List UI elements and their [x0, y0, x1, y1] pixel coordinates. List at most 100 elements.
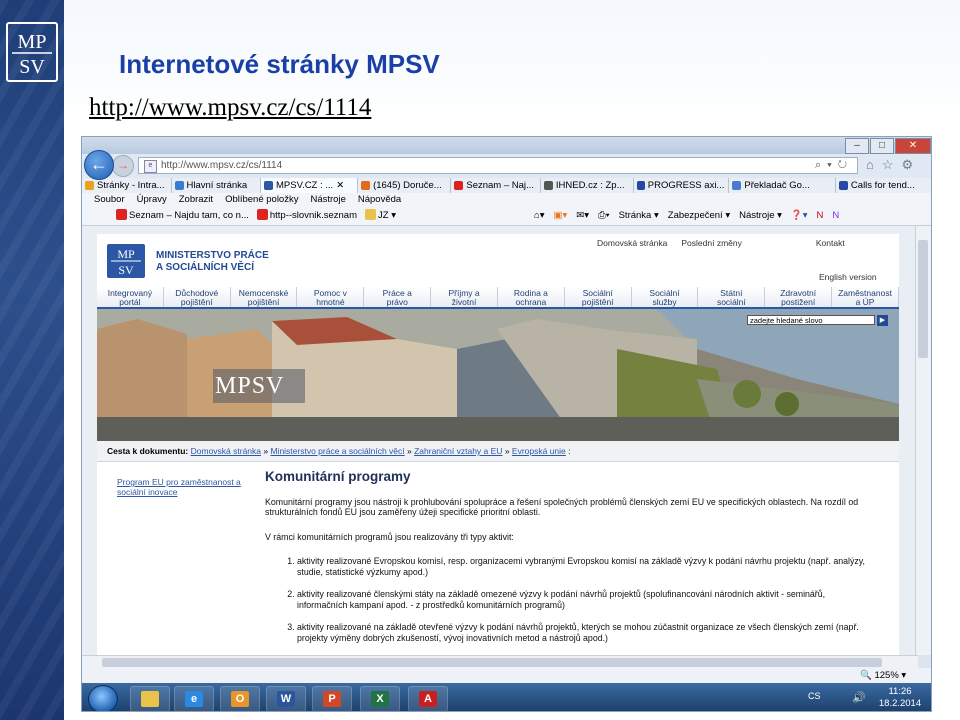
menu-item[interactable]: Zobrazit [179, 193, 213, 207]
web-page: MP SV MINISTERSTVO PRÁCE A SOCIÁLNÍCH VĚ… [97, 234, 899, 655]
taskbar-powerpoint[interactable]: P [312, 686, 352, 711]
site-search-input[interactable]: zadejte hledané slovo [747, 315, 875, 325]
mpsv-slide-logo: MP SV [6, 22, 58, 82]
tab-item[interactable]: Calls for tend... [836, 178, 931, 193]
tab-item[interactable]: Stránky - Intra... [82, 178, 172, 193]
word-icon: W [277, 691, 295, 707]
site-search-button[interactable]: ▶ [877, 315, 888, 326]
nav-item[interactable]: Příjmy aživotníúroveň [431, 287, 498, 316]
menu-bar: Soubor Úpravy Zobrazit Oblíbené položky … [82, 193, 931, 207]
taskbar-ie[interactable]: e [174, 686, 214, 711]
browser-home-fav-settings-icons[interactable]: ⌂☆⚙ [866, 157, 921, 173]
content-paragraph: Komunitární programy jsou nástroji k pro… [265, 496, 859, 518]
forward-button[interactable]: → [112, 155, 134, 177]
menu-item[interactable]: Úpravy [137, 193, 167, 207]
hero-photo: zadejte hledané slovo ▶ MPSV [97, 309, 899, 441]
volume-icon[interactable]: 🔊 [852, 691, 866, 704]
taskbar-excel[interactable]: X [360, 686, 400, 711]
minimize-icon[interactable]: – [845, 138, 869, 154]
tab-item[interactable]: Seznam – Naj... [451, 178, 541, 193]
side-link[interactable]: Program EU pro zaměstnanost a sociální i… [117, 477, 247, 497]
address-text: http://www.mpsv.cz/cs/1114 [161, 160, 283, 171]
security-menu[interactable]: Zabezpečení ▾ [668, 207, 730, 225]
breadcrumb: Cesta k dokumentu: Domovská stránka » Mi… [97, 441, 899, 462]
help-icon[interactable]: ❓▾ [791, 207, 808, 225]
start-button[interactable] [88, 685, 118, 711]
language-indicator[interactable]: CS [808, 691, 821, 701]
seznam-icon [116, 209, 127, 220]
print-icon[interactable]: ⎙▾ [598, 207, 610, 225]
horizontal-scrollbar[interactable] [82, 655, 918, 669]
zoom-level[interactable]: 🔍 125% ▾ [860, 668, 906, 683]
powerpoint-icon: P [323, 691, 341, 707]
nav-item[interactable]: Zdravotní postižení [765, 287, 833, 307]
hero-mpsv-label: MPSV [215, 373, 285, 399]
breadcrumb-link[interactable]: Evropská unie [512, 446, 566, 456]
menu-item[interactable]: Nápověda [358, 193, 401, 207]
mail-icon[interactable]: ✉▾ [576, 207, 589, 225]
tools-menu[interactable]: Nástroje ▾ [739, 207, 782, 225]
nav-item[interactable]: Zaměstnanost a ÚP [832, 287, 899, 307]
slide-sidebar: MP SV [0, 0, 64, 720]
svg-text:SV: SV [19, 56, 45, 78]
taskbar-word[interactable]: W [266, 686, 306, 711]
list-item: aktivity realizované na základě otevřené… [297, 622, 875, 643]
nav-item-label: a ÚP [855, 297, 875, 307]
english-version-link[interactable]: English version [819, 272, 877, 282]
nav-item-label: pojištění [581, 297, 614, 307]
nav-item[interactable]: Rodina aochranapráv dětí [498, 287, 565, 316]
favorite-item[interactable]: http--slovnik.seznam [256, 207, 357, 225]
home-icon[interactable]: ⌂▾ [534, 207, 545, 225]
menu-item[interactable]: Soubor [94, 193, 125, 207]
taskbar-acrobat[interactable]: A [408, 686, 448, 711]
content-heading: Komunitární programy [265, 469, 411, 484]
list-item: aktivity realizované Evropskou komisí, r… [297, 556, 875, 577]
taskbar-explorer[interactable] [130, 686, 170, 711]
breadcrumb-link[interactable]: Ministerstvo práce a sociálních věcí [270, 446, 404, 456]
rss-icon[interactable]: ▣▾ [554, 207, 568, 225]
addon-icon[interactable]: N [817, 207, 824, 225]
nav-item[interactable]: Důchodové pojištění [164, 287, 231, 307]
tab-item[interactable]: Překladač Go... [729, 178, 836, 193]
menu-item[interactable]: Oblíbené položky [225, 193, 298, 207]
favorite-folder[interactable]: JZ ▾ [365, 207, 396, 225]
nav-item[interactable]: Státnísociálnípodpora [698, 287, 766, 316]
outlook-icon: O [231, 691, 249, 707]
nav-item[interactable]: Integrovaný portál [97, 287, 164, 307]
top-link-changes[interactable]: Poslední změny [681, 238, 741, 248]
top-link-contact[interactable]: Kontakt [816, 238, 845, 248]
nav-item[interactable]: Práce a právo [364, 287, 432, 307]
close-icon[interactable]: ✕ [895, 138, 931, 154]
tab-item[interactable]: Hlavní stránka [172, 178, 261, 193]
ie-icon: e [185, 691, 203, 707]
back-button[interactable]: ← [84, 150, 114, 180]
clock[interactable]: 11:26 18.2.2014 [872, 686, 928, 710]
nav-item[interactable]: Nemocenské pojištění [231, 287, 298, 307]
tab-item[interactable]: (1645) Doruče... [358, 178, 452, 193]
window-titlebar: – □ ✕ [82, 137, 931, 154]
top-links: Domovská stránka Poslední změny Kontakt [597, 238, 845, 248]
address-bar[interactable]: e http://www.mpsv.cz/cs/1114 ⌕▾↻ [138, 157, 858, 174]
nav-item-label: právo [386, 297, 408, 307]
menu-item[interactable]: Nástroje [310, 193, 345, 207]
maximize-icon[interactable]: □ [870, 138, 894, 154]
tab-item[interactable]: PROGRESS axi... [634, 178, 730, 193]
breadcrumb-link[interactable]: Domovská stránka [191, 446, 261, 456]
taskbar-outlook[interactable]: O [220, 686, 260, 711]
slide-url-link[interactable]: http://www.mpsv.cz/cs/1114 [89, 94, 371, 122]
tab-item[interactable]: IHNED.cz : Zp... [541, 178, 635, 193]
page-menu[interactable]: Stránka ▾ [619, 207, 659, 225]
addon-icon[interactable]: N [832, 207, 839, 225]
nav-item[interactable]: Sociální pojištění [565, 287, 632, 307]
activity-list: aktivity realizované Evropskou komisí, r… [265, 556, 875, 643]
site-logo[interactable]: MP SV [107, 244, 145, 278]
top-link-home[interactable]: Domovská stránka [597, 238, 667, 248]
main-nav: Integrovaný portál Důchodové pojištění Nemoc… [97, 287, 899, 316]
address-tools-icons[interactable]: ⌕▾↻ [815, 158, 853, 173]
favorite-item[interactable]: Seznam – Najdu tam, co n... [116, 207, 249, 225]
tab-item[interactable]: MPSV.CZ : ... ✕ [261, 178, 359, 193]
vertical-scrollbar[interactable] [915, 226, 931, 655]
breadcrumb-link[interactable]: Zahraniční vztahy a EU [414, 446, 502, 456]
nav-item[interactable]: Sociální služby [632, 287, 699, 307]
nav-item[interactable]: Pomoc vhmotnénouzi [297, 287, 365, 316]
